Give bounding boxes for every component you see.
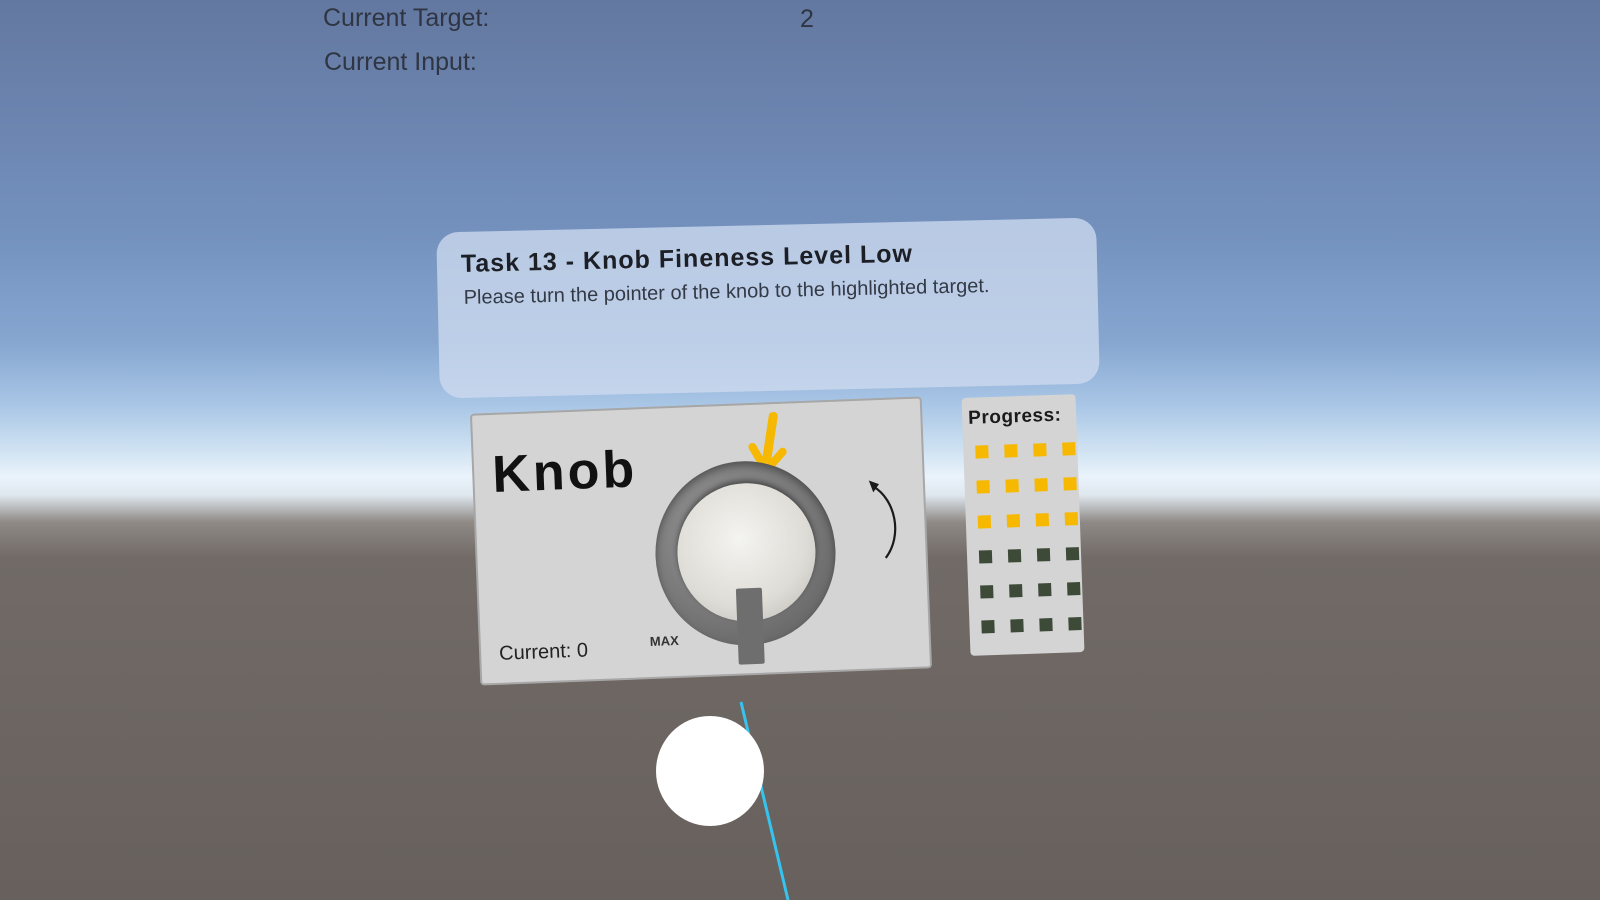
- progress-cell-pending: [1036, 548, 1051, 562]
- progress-cell-pending: [1010, 619, 1024, 633]
- current-input-label: Current Input:: [324, 48, 477, 76]
- task-title: Task 13 - Knob Fineness Level Low: [460, 239, 914, 278]
- progress-cell-completed: [975, 445, 989, 459]
- progress-cell-pending: [981, 620, 995, 634]
- progress-cell-completed: [1063, 477, 1077, 491]
- knob-current-value: Current: 0: [498, 639, 589, 665]
- progress-cell-completed: [1033, 443, 1047, 457]
- rotate-counterclockwise-icon: [868, 480, 897, 559]
- progress-cell-completed: [1034, 478, 1048, 492]
- progress-cell-pending: [1067, 582, 1081, 596]
- knob-max-label: MAX: [649, 632, 679, 650]
- progress-cell-pending: [978, 550, 993, 564]
- progress-cell-pending: [1007, 549, 1022, 563]
- current-target-value: 2: [800, 5, 814, 33]
- progress-cell-pending: [1009, 584, 1023, 598]
- progress-cell-pending: [1068, 617, 1082, 631]
- task-instructions-panel: Task 13 - Knob Fineness Level Low Please…: [436, 217, 1100, 399]
- progress-cell-pending: [1039, 618, 1053, 632]
- current-target-label: Current Target:: [323, 4, 490, 32]
- progress-cell-completed: [1064, 512, 1079, 526]
- task-description: Please turn the pointer of the knob to t…: [463, 274, 990, 309]
- knob-dial[interactable]: [652, 457, 839, 665]
- progress-title: Progress:: [967, 404, 1062, 429]
- knob-pointer[interactable]: [735, 587, 765, 665]
- progress-cell-pending: [980, 585, 994, 599]
- progress-cell-completed: [1062, 442, 1076, 456]
- progress-cell-pending: [1038, 583, 1052, 597]
- knob-title: Knob: [491, 440, 639, 504]
- progress-cell-completed: [976, 480, 990, 494]
- progress-cell-completed: [977, 515, 992, 529]
- knob-panel: Knob MAX Current: 0: [469, 396, 933, 686]
- progress-cell-pending: [1065, 547, 1080, 561]
- progress-cell-completed: [1005, 479, 1019, 493]
- progress-grid: [975, 442, 1087, 634]
- progress-cell-completed: [1035, 513, 1050, 527]
- controller-pointer-cursor: [656, 716, 764, 826]
- progress-cell-completed: [1004, 444, 1018, 458]
- progress-panel: Progress:: [961, 394, 1087, 656]
- progress-cell-completed: [1006, 514, 1021, 528]
